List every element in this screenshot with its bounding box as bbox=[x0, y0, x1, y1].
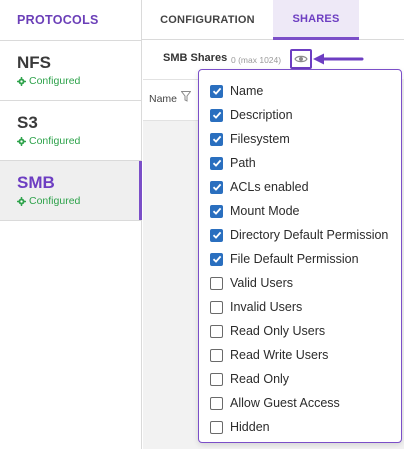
column-option-label: Read Only bbox=[230, 372, 290, 386]
checkbox[interactable] bbox=[210, 180, 223, 194]
column-option-file-default-permission[interactable]: File Default Permission bbox=[199, 247, 401, 271]
checkbox[interactable] bbox=[210, 204, 223, 218]
protocol-status-label: Configured bbox=[29, 75, 81, 87]
shares-title: SMB Shares bbox=[163, 52, 228, 64]
checkbox[interactable] bbox=[210, 132, 223, 146]
column-option-directory-default-permission[interactable]: Directory Default Permission bbox=[199, 223, 401, 247]
column-option-path[interactable]: Path bbox=[199, 151, 401, 175]
protocol-status: Configured bbox=[17, 135, 141, 147]
gear-icon bbox=[17, 76, 26, 86]
column-option-filesystem[interactable]: Filesystem bbox=[199, 127, 401, 151]
checkbox[interactable] bbox=[210, 348, 223, 362]
protocol-name: S3 bbox=[17, 113, 38, 132]
column-option-name[interactable]: Name bbox=[199, 79, 401, 103]
checkbox[interactable] bbox=[210, 108, 223, 122]
annotation-arrow bbox=[313, 53, 364, 65]
protocols-title: PROTOCOLS bbox=[0, 0, 141, 41]
checkbox[interactable] bbox=[210, 420, 223, 434]
protocol-item-s3[interactable]: S3 Configured bbox=[0, 101, 141, 161]
protocols-sidebar: PROTOCOLS NFS Configured S3 Configured S… bbox=[0, 0, 142, 449]
column-option-label: Name bbox=[230, 84, 264, 98]
column-option-label: Read Only Users bbox=[230, 324, 326, 338]
column-option-acls-enabled[interactable]: ACLs enabled bbox=[199, 175, 401, 199]
column-option-label: Invalid Users bbox=[230, 300, 303, 314]
protocol-status-label: Configured bbox=[29, 195, 81, 207]
column-option-label: Directory Default Permission bbox=[230, 228, 389, 242]
column-option-label: ACLs enabled bbox=[230, 180, 309, 194]
tab-configuration[interactable]: CONFIGURATION bbox=[142, 0, 273, 40]
column-option-read-only-users[interactable]: Read Only Users bbox=[199, 319, 401, 343]
column-option-invalid-users[interactable]: Invalid Users bbox=[199, 295, 401, 319]
checkbox[interactable] bbox=[210, 228, 223, 242]
gear-icon bbox=[17, 136, 26, 146]
protocol-item-smb[interactable]: SMB Configured bbox=[0, 161, 142, 221]
checkbox[interactable] bbox=[210, 300, 223, 314]
column-option-label: Hidden bbox=[230, 420, 270, 434]
checkbox[interactable] bbox=[210, 396, 223, 410]
protocol-status: Configured bbox=[17, 195, 141, 207]
tab-bar: CONFIGURATION SHARES bbox=[142, 0, 404, 40]
column-option-label: Read Write Users bbox=[230, 348, 329, 362]
checkbox[interactable] bbox=[210, 156, 223, 170]
column-option-label: File Default Permission bbox=[230, 252, 359, 266]
column-option-label: Mount Mode bbox=[230, 204, 300, 218]
column-option-hidden[interactable]: Hidden bbox=[199, 415, 401, 439]
tab-shares[interactable]: SHARES bbox=[273, 0, 359, 40]
eye-icon bbox=[294, 55, 308, 63]
column-option-read-write-users[interactable]: Read Write Users bbox=[199, 343, 401, 367]
column-option-label: Allow Guest Access bbox=[230, 396, 340, 410]
column-toggle-button[interactable] bbox=[290, 49, 312, 69]
protocol-name: SMB bbox=[17, 173, 55, 192]
column-option-label: Path bbox=[230, 156, 256, 170]
checkbox[interactable] bbox=[210, 324, 223, 338]
shares-count: 0 (max 1024) bbox=[231, 55, 282, 65]
checkbox[interactable] bbox=[210, 372, 223, 386]
checkbox[interactable] bbox=[210, 252, 223, 266]
column-option-label: Filesystem bbox=[230, 132, 290, 146]
column-option-mount-mode[interactable]: Mount Mode bbox=[199, 199, 401, 223]
protocol-status: Configured bbox=[17, 75, 141, 87]
column-header-name[interactable]: Name bbox=[149, 93, 177, 105]
column-option-allow-guest-access[interactable]: Allow Guest Access bbox=[199, 391, 401, 415]
column-option-label: Valid Users bbox=[230, 276, 293, 290]
column-option-read-only[interactable]: Read Only bbox=[199, 367, 401, 391]
checkbox[interactable] bbox=[210, 276, 223, 290]
filter-icon[interactable] bbox=[181, 91, 191, 102]
gear-icon bbox=[17, 196, 26, 206]
column-option-valid-users[interactable]: Valid Users bbox=[199, 271, 401, 295]
column-option-description[interactable]: Description bbox=[199, 103, 401, 127]
protocol-status-label: Configured bbox=[29, 135, 81, 147]
column-option-label: Description bbox=[230, 108, 293, 122]
checkbox[interactable] bbox=[210, 84, 223, 98]
protocol-item-nfs[interactable]: NFS Configured bbox=[0, 41, 141, 101]
column-chooser-menu: Name Description Filesystem Path ACLs en… bbox=[198, 69, 402, 443]
protocol-name: NFS bbox=[17, 53, 51, 72]
